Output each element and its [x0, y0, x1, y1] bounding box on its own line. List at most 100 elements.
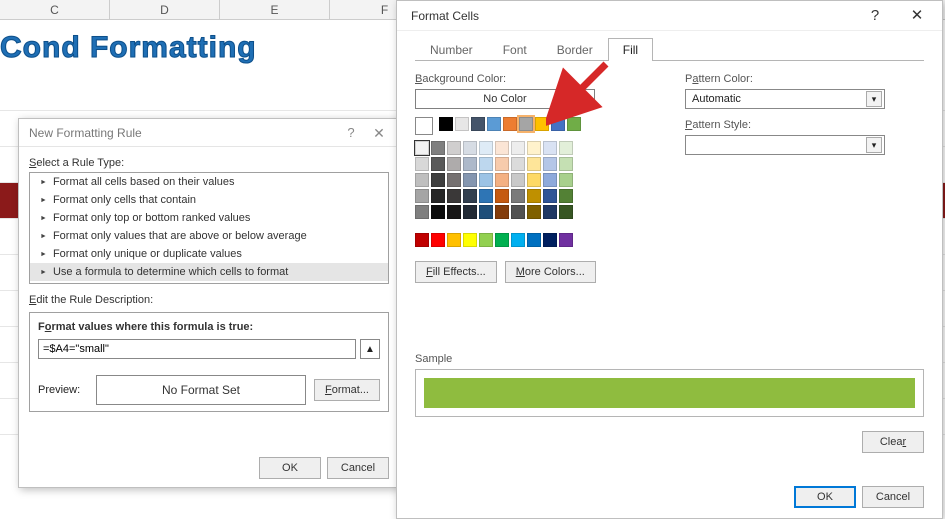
col-header-c[interactable]: C: [0, 0, 110, 19]
tab-font[interactable]: Font: [488, 38, 542, 61]
rule-type-item[interactable]: Format only values that are above or bel…: [30, 227, 388, 245]
tab-fill[interactable]: Fill: [608, 38, 653, 61]
tab-border[interactable]: Border: [542, 38, 608, 61]
color-swatch[interactable]: [495, 233, 509, 247]
color-swatch[interactable]: [415, 189, 429, 203]
color-swatch[interactable]: [527, 233, 541, 247]
color-swatch[interactable]: [527, 157, 541, 171]
color-swatch[interactable]: [431, 205, 445, 219]
color-swatch[interactable]: [543, 157, 557, 171]
color-swatch[interactable]: [511, 157, 525, 171]
color-swatch[interactable]: [479, 189, 493, 203]
color-swatch[interactable]: [415, 173, 429, 187]
clear-button[interactable]: Clear: [862, 431, 924, 453]
color-swatch[interactable]: [559, 205, 573, 219]
color-swatch[interactable]: [439, 117, 453, 131]
color-swatch[interactable]: [463, 173, 477, 187]
color-swatch[interactable]: [527, 173, 541, 187]
close-button[interactable]: ✕: [365, 122, 393, 144]
ok-button[interactable]: OK: [794, 486, 856, 508]
color-swatch[interactable]: [511, 173, 525, 187]
rule-type-item-selected[interactable]: Use a formula to determine which cells t…: [30, 263, 388, 281]
color-swatch[interactable]: [495, 173, 509, 187]
help-button[interactable]: ?: [854, 2, 896, 30]
fill-effects-button[interactable]: Fill Effects...: [415, 261, 497, 283]
color-swatch[interactable]: [511, 205, 525, 219]
color-swatch[interactable]: [535, 117, 549, 131]
rule-type-item[interactable]: Format only cells that contain: [30, 191, 388, 209]
color-swatch[interactable]: [415, 141, 429, 155]
pattern-color-combo[interactable]: Automatic ▾: [685, 89, 885, 109]
color-swatch[interactable]: [447, 233, 461, 247]
color-swatch[interactable]: [415, 157, 429, 171]
color-swatch[interactable]: [431, 141, 445, 155]
color-swatch[interactable]: [415, 205, 429, 219]
range-selector-button[interactable]: ▲: [360, 339, 380, 359]
color-swatch[interactable]: [511, 233, 525, 247]
color-swatch[interactable]: [487, 117, 501, 131]
color-swatch[interactable]: [559, 173, 573, 187]
color-swatch[interactable]: [479, 157, 493, 171]
color-swatch[interactable]: [431, 189, 445, 203]
color-swatch[interactable]: [567, 117, 581, 131]
rule-type-item[interactable]: Format all cells based on their values: [30, 173, 388, 191]
color-swatch[interactable]: [463, 141, 477, 155]
color-swatch[interactable]: [559, 157, 573, 171]
color-swatch[interactable]: [431, 173, 445, 187]
color-swatch[interactable]: [511, 141, 525, 155]
close-button[interactable]: ✕: [896, 2, 938, 30]
color-swatch[interactable]: [527, 189, 541, 203]
color-swatch[interactable]: [447, 141, 461, 155]
color-swatch[interactable]: [543, 233, 557, 247]
swatch-no-fill[interactable]: [415, 117, 433, 135]
color-swatch[interactable]: [527, 205, 541, 219]
color-swatch[interactable]: [447, 205, 461, 219]
color-swatch[interactable]: [471, 117, 485, 131]
color-swatch[interactable]: [463, 157, 477, 171]
color-swatch[interactable]: [527, 141, 541, 155]
color-swatch[interactable]: [447, 189, 461, 203]
color-swatch[interactable]: [415, 233, 429, 247]
color-swatch[interactable]: [559, 233, 573, 247]
format-button[interactable]: Format...: [314, 379, 380, 401]
color-swatch[interactable]: [431, 233, 445, 247]
cancel-button[interactable]: Cancel: [862, 486, 924, 508]
rule-type-list[interactable]: Format all cells based on their values F…: [29, 172, 389, 284]
color-swatch[interactable]: [495, 189, 509, 203]
dialog-titlebar[interactable]: Format Cells ? ✕: [397, 1, 942, 31]
color-swatch[interactable]: [479, 205, 493, 219]
color-swatch[interactable]: [551, 117, 565, 131]
color-swatch[interactable]: [447, 173, 461, 187]
more-colors-button[interactable]: More Colors...: [505, 261, 596, 283]
no-color-button[interactable]: No Color: [415, 89, 595, 109]
rule-type-item[interactable]: Format only unique or duplicate values: [30, 245, 388, 263]
pattern-style-combo[interactable]: ▾: [685, 135, 885, 155]
color-swatch[interactable]: [495, 205, 509, 219]
tab-number[interactable]: Number: [415, 38, 488, 61]
color-swatch[interactable]: [543, 205, 557, 219]
color-swatch[interactable]: [511, 189, 525, 203]
color-swatch[interactable]: [431, 157, 445, 171]
color-swatch[interactable]: [463, 189, 477, 203]
help-button[interactable]: ?: [337, 122, 365, 144]
color-swatch[interactable]: [447, 157, 461, 171]
color-swatch[interactable]: [519, 117, 533, 131]
color-swatch[interactable]: [463, 205, 477, 219]
ok-button[interactable]: OK: [259, 457, 321, 479]
color-swatch[interactable]: [543, 141, 557, 155]
rule-type-item[interactable]: Format only top or bottom ranked values: [30, 209, 388, 227]
dialog-titlebar[interactable]: New Formatting Rule ? ✕: [19, 119, 399, 147]
col-header-d[interactable]: D: [110, 0, 220, 19]
color-swatch[interactable]: [559, 189, 573, 203]
color-swatch[interactable]: [495, 141, 509, 155]
col-header-e[interactable]: E: [220, 0, 330, 19]
color-swatch[interactable]: [559, 141, 573, 155]
color-swatch[interactable]: [455, 117, 469, 131]
cancel-button[interactable]: Cancel: [327, 457, 389, 479]
color-swatch[interactable]: [495, 157, 509, 171]
color-swatch[interactable]: [543, 189, 557, 203]
color-swatch[interactable]: [463, 233, 477, 247]
color-swatch[interactable]: [479, 173, 493, 187]
color-swatch[interactable]: [479, 233, 493, 247]
color-swatch[interactable]: [479, 141, 493, 155]
